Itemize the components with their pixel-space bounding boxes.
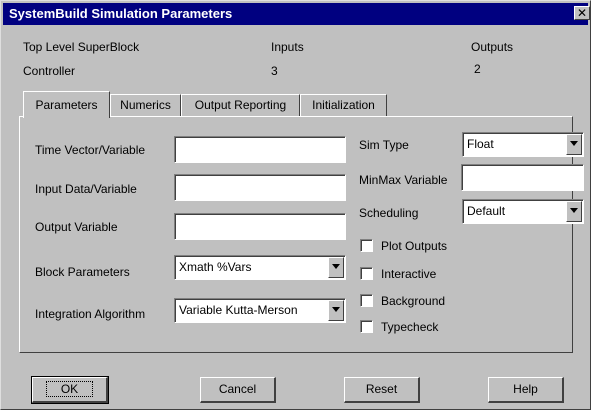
chevron-down-icon[interactable] [566, 201, 582, 222]
reset-button-label: Reset [365, 382, 398, 396]
outputs-count: 2 [474, 62, 481, 76]
output-variable-field[interactable] [174, 213, 346, 240]
ok-button[interactable]: OK [31, 376, 109, 404]
integration-algorithm-value: Variable Kutta-Merson [179, 303, 298, 317]
block-parameters-value: Xmath %Vars [179, 260, 252, 274]
ok-button-label: OK [45, 381, 94, 397]
background-label[interactable]: Background [381, 294, 445, 308]
integration-algorithm-select[interactable]: Variable Kutta-Merson [174, 298, 346, 323]
block-parameters-label: Block Parameters [35, 265, 130, 279]
tab-label: Output Reporting [194, 98, 287, 112]
block-name: Controller [23, 64, 76, 78]
interactive-checkbox[interactable] [360, 267, 373, 280]
window-title: SystemBuild Simulation Parameters [9, 6, 233, 21]
typecheck-checkbox[interactable] [360, 320, 373, 333]
typecheck-label[interactable]: Typecheck [381, 320, 438, 334]
chevron-down-icon[interactable] [328, 300, 344, 321]
integration-algorithm-label: Integration Algorithm [35, 307, 146, 321]
tab-label: Parameters [35, 98, 98, 112]
inputs-count: 3 [271, 64, 278, 78]
minmax-variable-field[interactable] [461, 164, 584, 191]
cancel-button[interactable]: Cancel [200, 377, 276, 403]
plot-outputs-checkbox[interactable] [360, 239, 373, 252]
output-variable-label: Output Variable [35, 220, 118, 234]
input-data-field[interactable] [174, 174, 346, 201]
sim-type-select[interactable]: Float [462, 132, 584, 157]
tab-initialization[interactable]: Initialization [300, 94, 387, 117]
cancel-button-label: Cancel [218, 382, 257, 396]
time-vector-field[interactable] [174, 136, 346, 163]
title-bar[interactable]: SystemBuild Simulation Parameters ✕ [3, 3, 590, 25]
scheduling-select[interactable]: Default [462, 199, 584, 224]
tab-label: Numerics [120, 98, 171, 112]
minmax-variable-label: MinMax Variable [359, 173, 448, 187]
help-button-label: Help [513, 382, 538, 396]
scheduling-value: Default [467, 204, 506, 218]
tab-output-reporting[interactable]: Output Reporting [181, 94, 300, 117]
chevron-down-icon[interactable] [328, 257, 344, 278]
sim-type-label: Sim Type [359, 138, 409, 152]
chevron-down-icon[interactable] [566, 134, 582, 155]
scheduling-label: Scheduling [359, 206, 419, 220]
plot-outputs-label[interactable]: Plot Outputs [381, 239, 447, 253]
background-checkbox[interactable] [360, 294, 373, 307]
input-data-label: Input Data/Variable [35, 182, 137, 196]
tab-label: Initialization [312, 98, 375, 112]
header-superblock-label: Top Level SuperBlock [23, 40, 140, 54]
tab-numerics[interactable]: Numerics [110, 94, 181, 117]
help-button[interactable]: Help [488, 377, 564, 403]
interactive-label[interactable]: Interactive [381, 267, 436, 281]
sim-type-value: Float [467, 137, 494, 151]
header-outputs-label: Outputs [471, 40, 514, 54]
header-inputs-label: Inputs [271, 40, 304, 54]
close-icon[interactable]: ✕ [574, 6, 590, 20]
block-parameters-select[interactable]: Xmath %Vars [174, 255, 346, 280]
reset-button[interactable]: Reset [344, 377, 420, 403]
tab-parameters[interactable]: Parameters [23, 91, 110, 118]
time-vector-label: Time Vector/Variable [35, 143, 146, 157]
dialog-window: SystemBuild Simulation Parameters ✕ Top … [0, 0, 591, 410]
